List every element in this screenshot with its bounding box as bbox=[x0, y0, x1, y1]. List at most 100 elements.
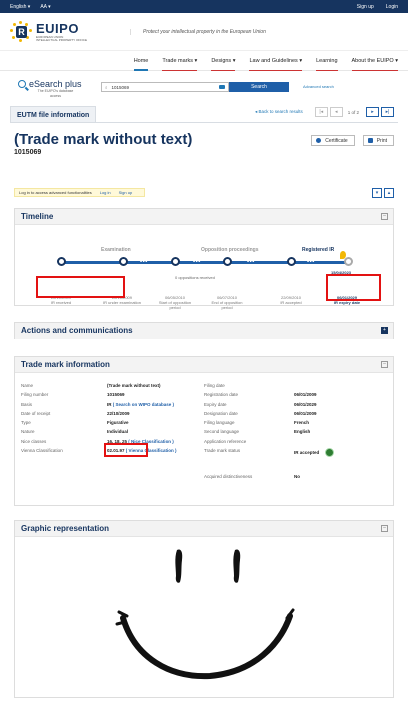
print-icon bbox=[367, 138, 373, 143]
highlight-box bbox=[326, 274, 381, 301]
collapse-icon[interactable]: – bbox=[381, 213, 388, 220]
graphic-title: Graphic representation bbox=[21, 524, 110, 533]
search-button[interactable]: Search bbox=[229, 82, 289, 92]
info-row: Registration date 06/01/2009 bbox=[204, 392, 317, 398]
timeline-header[interactable]: Timeline – bbox=[15, 209, 393, 225]
back-to-results-link[interactable]: ◂ Back to search results bbox=[255, 109, 303, 115]
trade-mark-image bbox=[115, 549, 295, 680]
tm-info-left: Name (Trade mark without text) Filing num… bbox=[21, 383, 204, 483]
timeline-bar bbox=[61, 261, 347, 264]
collapse-icon[interactable]: – bbox=[381, 361, 388, 368]
login-notice-text: Log in to access advanced functionalitie… bbox=[19, 190, 92, 195]
expand-controls: ▾ ▴ bbox=[370, 188, 394, 198]
logo-sub2: INTELLECTUAL PROPERTY OFFICE bbox=[36, 38, 87, 42]
info-row: Application reference bbox=[204, 438, 247, 444]
graphic-header[interactable]: Graphic representation – bbox=[15, 521, 393, 537]
timeline-title: Timeline bbox=[21, 212, 54, 221]
prev-page-button[interactable]: ◂ bbox=[329, 107, 343, 117]
info-row: Acquired distinctiveness No bbox=[204, 474, 300, 480]
accepted-seal-icon bbox=[325, 448, 335, 458]
info-row: Second language English bbox=[204, 429, 311, 435]
result-pager: ◂ Back to search results |◂ ◂ 1 of 2 ▸ ▸… bbox=[255, 107, 394, 117]
info-row: Filing number 1015069 bbox=[21, 392, 125, 398]
info-row: Trade mark status IR accepted bbox=[204, 448, 387, 460]
info-row: Date of receipt 22/10/2009 bbox=[21, 410, 130, 416]
esearch-sub2: access bbox=[50, 94, 61, 98]
font-size-select[interactable]: AA ▾ bbox=[40, 4, 50, 10]
timeline-dots: ••• bbox=[247, 259, 255, 265]
date-ir-accepted: 22/09/2010 IR accepted bbox=[280, 295, 302, 305]
login-notice-login[interactable]: Log in bbox=[100, 189, 111, 196]
next-page-button[interactable]: ▸ bbox=[366, 107, 379, 117]
filing-number: 1015069 bbox=[14, 149, 42, 156]
page-count: 1 of 2 bbox=[347, 109, 359, 115]
date-opposition-end: 06/07/2010 End of opposition period bbox=[211, 295, 243, 310]
nav-learning[interactable]: Learning bbox=[316, 51, 338, 71]
esearch-brand[interactable]: eSearch plus The EUIPO's database access bbox=[18, 79, 93, 99]
site-header: R EUIPO EUROPEAN UNION INTELLECTUAL PROP… bbox=[0, 13, 408, 51]
nav-about[interactable]: About the EUIPO ▾ bbox=[351, 51, 398, 71]
title-bar: (Trade mark without text) 1015069 Certif… bbox=[0, 123, 408, 159]
info-row: Filing language French bbox=[204, 420, 310, 426]
nav-trade-marks[interactable]: Trade marks ▾ bbox=[162, 51, 198, 71]
stage-opposition: Opposition proceedings bbox=[201, 247, 259, 253]
tab-row: EUTM file information ◂ Back to search r… bbox=[0, 103, 408, 123]
language-select[interactable]: English ▾ bbox=[10, 4, 30, 10]
tm-info-title: Trade mark information bbox=[21, 360, 110, 369]
timeline-node bbox=[344, 257, 353, 266]
logo-wordmark: EUIPO bbox=[36, 20, 79, 36]
graphic-panel: Graphic representation – bbox=[14, 520, 394, 698]
expand-all-button[interactable]: ▾ bbox=[372, 188, 382, 198]
login-link[interactable]: Login bbox=[386, 4, 398, 10]
info-row: Designation date 06/01/2009 bbox=[204, 410, 317, 416]
magnifier-icon bbox=[18, 80, 26, 88]
search-input[interactable]: ⌕ 1015069 bbox=[101, 82, 229, 92]
timeline-node bbox=[223, 257, 232, 266]
stage-examination: Examination bbox=[101, 247, 131, 253]
eu-stars-icon: R bbox=[10, 20, 32, 43]
timeline-dots: ••• bbox=[193, 259, 201, 265]
timeline-dots: ••• bbox=[140, 259, 148, 265]
nav-designs[interactable]: Designs ▾ bbox=[211, 51, 236, 71]
date-opposition-start: 06/05/2010 Start of opposition period bbox=[158, 295, 192, 310]
print-label: Print bbox=[376, 137, 387, 144]
collapse-all-button[interactable]: ▴ bbox=[384, 188, 394, 198]
timeline-node bbox=[119, 257, 128, 266]
print-button[interactable]: Print bbox=[362, 135, 394, 146]
first-page-button[interactable]: |◂ bbox=[314, 107, 328, 117]
info-row bbox=[204, 460, 387, 474]
signup-link[interactable]: Sign up bbox=[357, 4, 374, 10]
nav-law-guidelines[interactable]: Law and Guidelines ▾ bbox=[249, 51, 303, 71]
last-page-button[interactable]: ▸| bbox=[381, 107, 394, 117]
info-row: Basis IR ( Search on WIPO database ) bbox=[21, 401, 175, 407]
info-row: Nature Individual bbox=[21, 429, 129, 435]
certificate-label: Certificate bbox=[325, 137, 348, 144]
nav-home[interactable]: Home bbox=[133, 51, 149, 71]
actions-header[interactable]: Actions and communications + bbox=[15, 323, 393, 339]
top-bar: English ▾ AA ▾ Sign up Login bbox=[0, 0, 408, 13]
actions-panel: Actions and communications + bbox=[14, 322, 394, 339]
tm-info-panel: Trade mark information – Name (Trade mark… bbox=[14, 356, 394, 506]
info-row: Filing date bbox=[204, 383, 225, 388]
tagline: Protect your intellectual property in th… bbox=[130, 28, 266, 35]
info-row: Name (Trade mark without text) bbox=[21, 383, 161, 388]
timeline-node bbox=[57, 257, 66, 266]
oppositions-count: 0 oppositions received bbox=[175, 275, 215, 280]
timeline-node bbox=[171, 257, 180, 266]
highlight-box bbox=[36, 276, 125, 298]
tab-eutm-info[interactable]: EUTM file information bbox=[10, 106, 97, 123]
login-notice-signup[interactable]: Sign up bbox=[119, 189, 133, 196]
main-nav: Home Trade marks ▾ Designs ▾ Law and Gui… bbox=[0, 51, 408, 71]
status-value: IR accepted bbox=[294, 450, 320, 456]
login-notice: Log in to access advanced functionalitie… bbox=[14, 188, 146, 197]
actions-title: Actions and communications bbox=[21, 326, 133, 335]
certificate-button[interactable]: Certificate bbox=[311, 135, 355, 146]
tm-info-header[interactable]: Trade mark information – bbox=[15, 357, 393, 373]
advanced-search-link[interactable]: Advanced search bbox=[303, 84, 334, 89]
collapse-icon[interactable]: – bbox=[381, 525, 388, 532]
info-row: Expiry date 06/01/2029 bbox=[204, 401, 317, 407]
camera-icon[interactable] bbox=[219, 85, 225, 89]
euipo-logo[interactable]: R EUIPO EUROPEAN UNION INTELLECTUAL PROP… bbox=[10, 20, 120, 43]
expand-icon[interactable]: + bbox=[381, 327, 388, 334]
wipo-search-link[interactable]: ( Search on WIPO database ) bbox=[113, 402, 174, 407]
